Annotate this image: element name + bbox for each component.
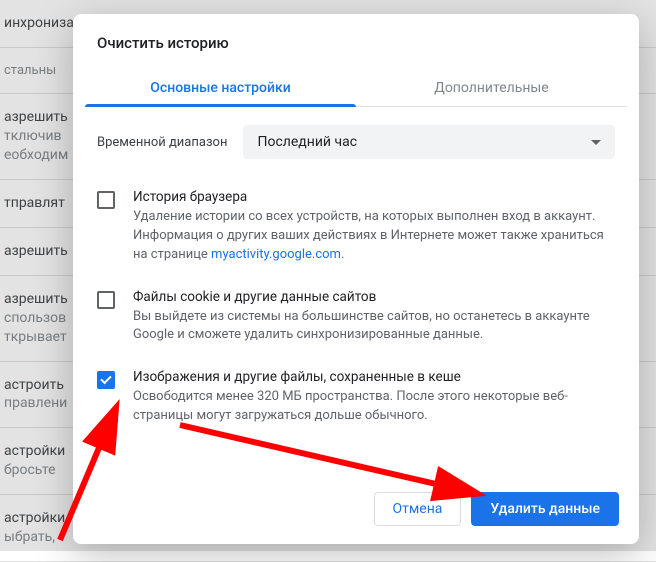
option-text: Изображения и другие файлы, сохраненные … — [133, 369, 615, 426]
time-range-label: Временной диапазон — [97, 135, 227, 150]
checkbox-cookies[interactable] — [97, 291, 115, 309]
time-range-row: Временной диапазон Последний час — [97, 125, 615, 159]
tab-basic[interactable]: Основные настройки — [85, 68, 356, 106]
option-title: История браузера — [133, 189, 615, 205]
clear-browsing-data-dialog: Очистить историю Основные настройки Допо… — [73, 14, 639, 544]
dialog-tabs: Основные настройки Дополнительные — [85, 68, 627, 107]
checkbox-cached-images[interactable] — [97, 371, 115, 389]
option-cookies: Файлы cookie и другие данные сайтов Вы в… — [97, 279, 615, 360]
time-range-dropdown[interactable]: Последний час — [243, 125, 615, 159]
cancel-button[interactable]: Отмена — [374, 492, 462, 526]
dropdown-selected: Последний час — [257, 134, 357, 150]
checkbox-browsing-history[interactable] — [97, 191, 115, 209]
option-cached-images: Изображения и другие файлы, сохраненные … — [97, 359, 615, 440]
option-text: История браузера Удаление истории со все… — [133, 189, 615, 265]
dialog-footer: Отмена Удалить данные — [73, 480, 639, 544]
option-text: Файлы cookie и другие данные сайтов Вы в… — [133, 289, 615, 346]
option-desc: Удаление истории со всех устройств, на к… — [133, 208, 615, 265]
option-title: Файлы cookie и другие данные сайтов — [133, 289, 615, 305]
tab-advanced[interactable]: Дополнительные — [356, 68, 627, 106]
option-desc: Освободится менее 320 МБ пространства. П… — [133, 388, 615, 426]
option-title: Изображения и другие файлы, сохраненные … — [133, 369, 615, 385]
option-desc: Вы выйдете из системы на большинстве сай… — [133, 308, 615, 346]
dialog-title: Очистить историю — [73, 14, 639, 58]
chevron-down-icon — [591, 140, 601, 145]
dialog-body: Временной диапазон Последний час История… — [73, 107, 639, 480]
myactivity-link[interactable]: myactivity.google.com — [211, 247, 341, 262]
option-browsing-history: История браузера Удаление истории со все… — [97, 179, 615, 279]
clear-data-button[interactable]: Удалить данные — [471, 492, 619, 526]
